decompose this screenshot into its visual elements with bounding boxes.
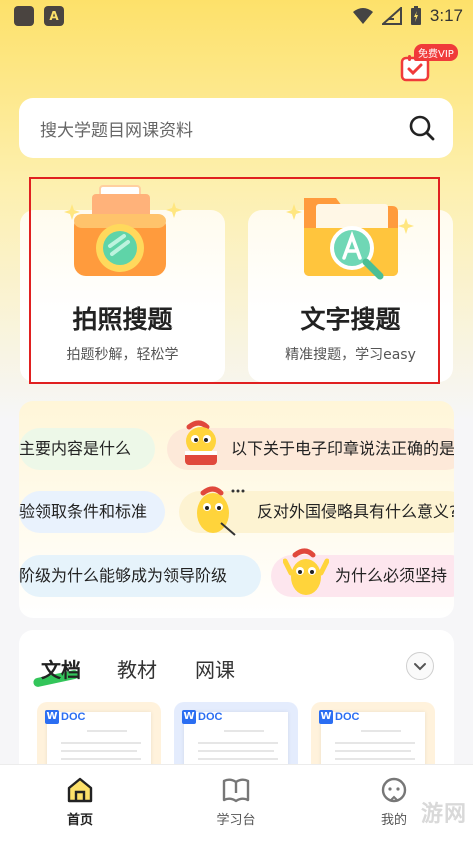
doc-type-label: DOC: [61, 711, 86, 723]
text-line: [61, 758, 141, 760]
question-chip[interactable]: 验领取条件和标准: [19, 491, 165, 533]
status-bar-right: 3:17: [352, 5, 463, 27]
status-bar: A 3:17: [0, 0, 473, 34]
word-icon: W: [182, 710, 196, 724]
mascot-drum-icon: [185, 420, 217, 465]
question-chip[interactable]: 阶级为什么能够成为领导阶级: [19, 555, 261, 597]
expand-tabs-button[interactable]: [406, 652, 434, 680]
feature-highlight-box: [29, 177, 440, 384]
home-icon: [67, 777, 93, 803]
hot-questions-panel: 主要内容是什么 以下关于电子印章说法正确的是 验领取条件和标准 反对外国侵略具有…: [19, 401, 454, 618]
doc-type-tag: W DOC: [45, 710, 85, 724]
search-bar[interactable]: 搜大学题目网课资料: [19, 98, 453, 158]
text-line: [224, 730, 264, 732]
nav-home-label: 首页: [66, 813, 93, 828]
text-line: [61, 742, 141, 744]
text-line: [335, 750, 411, 752]
text-line: [361, 730, 401, 732]
resources-panel: 文档 教材 网课 W DOC W DOC W DOC: [19, 630, 454, 780]
text-line: [87, 730, 127, 732]
word-icon: W: [319, 710, 333, 724]
tab-textbooks[interactable]: 教材: [117, 654, 157, 683]
search-icon[interactable]: [409, 115, 435, 141]
doc-type-label: DOC: [335, 711, 360, 723]
wifi-icon: [352, 8, 373, 24]
bottom-nav: 首页 学习台 我的: [0, 764, 473, 842]
vip-entry[interactable]: 免费VIP: [398, 44, 462, 84]
chevron-down-icon: [414, 663, 426, 671]
nav-study-label: 学习台: [216, 813, 256, 828]
text-line: [335, 742, 415, 744]
text-line: [335, 758, 415, 760]
word-icon: W: [45, 710, 59, 724]
mascot-cheer-icon: [283, 548, 329, 595]
notification-app-icon: [14, 6, 34, 26]
nav-home[interactable]: 首页: [40, 775, 120, 828]
text-line: [198, 742, 278, 744]
mascot-thinking-icon: [197, 486, 245, 536]
profile-face-icon: [381, 777, 407, 803]
tab-online-courses[interactable]: 网课: [195, 654, 235, 683]
notification-a-icon: A: [44, 6, 64, 26]
status-time: 3:17: [429, 6, 463, 25]
text-line: [61, 750, 137, 752]
battery-icon: [410, 6, 421, 25]
book-icon: [222, 778, 250, 803]
text-line: [198, 750, 274, 752]
text-line: [198, 758, 278, 760]
nav-study[interactable]: 学习台: [196, 775, 276, 828]
search-placeholder: 搜大学题目网课资料: [40, 121, 193, 141]
signal-icon: [381, 7, 402, 25]
doc-type-tag: W DOC: [182, 710, 222, 724]
question-chip[interactable]: 主要内容是什么: [19, 428, 155, 470]
tab-documents[interactable]: 文档: [41, 654, 81, 683]
watermark: 游网: [420, 802, 467, 827]
vip-badge: 免费VIP: [414, 44, 458, 61]
doc-type-tag: W DOC: [319, 710, 359, 724]
doc-type-label: DOC: [198, 711, 223, 723]
